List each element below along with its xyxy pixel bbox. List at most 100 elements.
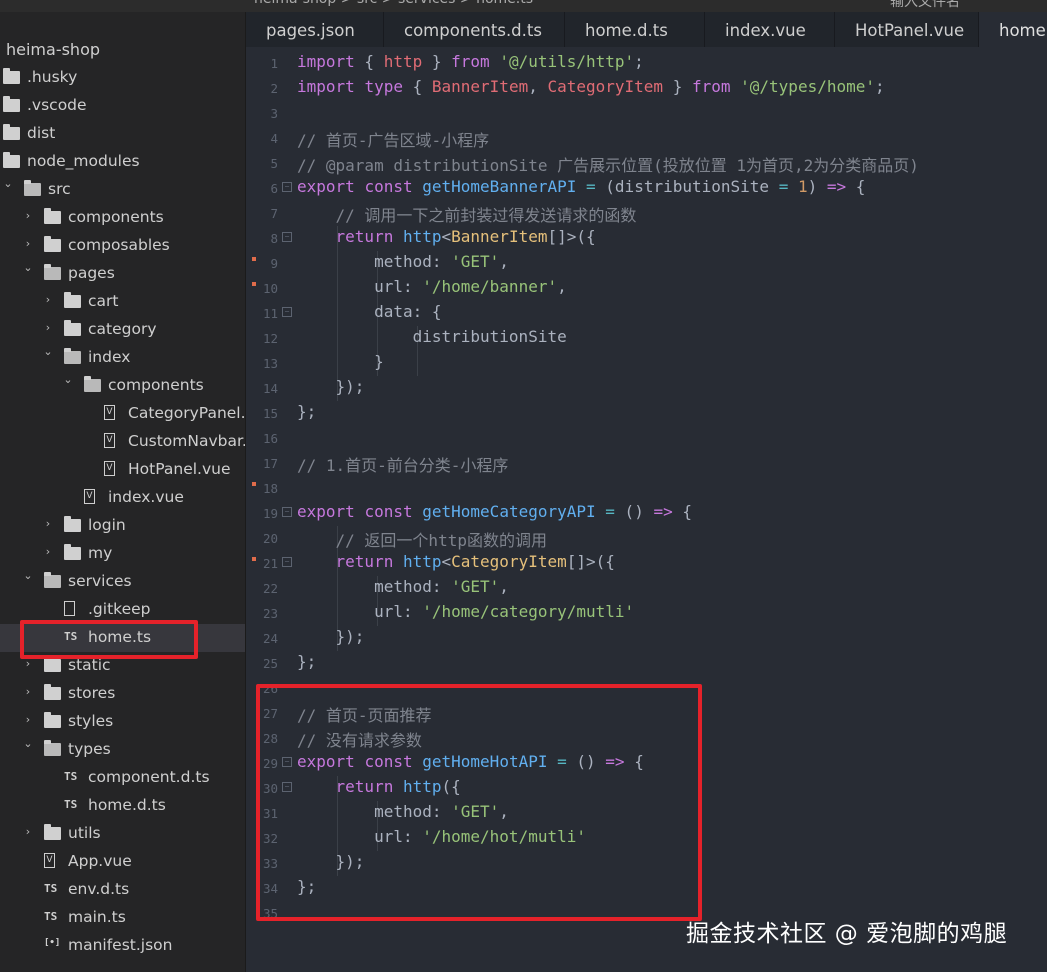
title-bar: heima-shop > src > services > home.ts 输入…	[0, 0, 1047, 12]
tree-item-stores[interactable]: › stores	[0, 680, 245, 708]
code-token: ,	[499, 577, 509, 596]
code-line[interactable]: 1 import { http } from '@/utils/http';	[246, 51, 1047, 76]
code-line[interactable]: 18	[246, 476, 1047, 501]
tree-item-cart[interactable]: › cart	[0, 288, 245, 316]
tree-item-services[interactable]: ⌄ services	[0, 568, 245, 596]
tree-item-components[interactable]: ⌄ components	[0, 372, 245, 400]
chevron-right-icon[interactable]: ›	[42, 293, 54, 306]
code-line[interactable]: 21− return http<CategoryItem[]>({	[246, 551, 1047, 576]
tree-item-src[interactable]: ⌄ src	[0, 176, 245, 204]
tree-item-my[interactable]: › my	[0, 540, 245, 568]
chevron-right-icon[interactable]: ›	[42, 321, 54, 334]
chevron-down-icon[interactable]: ⌄	[22, 569, 34, 582]
tree-item-label: login	[88, 516, 126, 534]
breadcrumb-item[interactable]: src	[357, 0, 377, 7]
tree-item-index[interactable]: ⌄ index	[0, 344, 245, 372]
tree-item-node-modules[interactable]: node_modules	[0, 148, 245, 176]
tree-item-husky[interactable]: .husky	[0, 64, 245, 92]
code-token: <	[441, 552, 452, 571]
code-line[interactable]: 15};	[246, 401, 1047, 426]
folder-icon	[44, 712, 61, 728]
tree-item-main-ts[interactable]: TS main.ts	[0, 904, 245, 932]
fold-toggle-icon[interactable]: −	[282, 232, 292, 242]
tree-item-categorypanel[interactable]: V CategoryPanel...	[0, 400, 245, 428]
breadcrumb-item[interactable]: heima-shop	[254, 0, 336, 7]
code-line[interactable]: 5 // @param distributionSite 广告展示位置(投放位置 …	[246, 151, 1047, 176]
code-token: CategoryItem	[547, 77, 664, 96]
code-text: });	[297, 627, 365, 646]
tab-components-d-ts[interactable]: components.d.ts	[384, 12, 565, 47]
file-search-input[interactable]: 输入文件名	[890, 0, 960, 11]
tree-item-types[interactable]: ⌄ types	[0, 736, 245, 764]
code-line[interactable]: 25};	[246, 651, 1047, 676]
tree-item-index-vue[interactable]: Vindex.vue	[0, 484, 245, 512]
tree-item-category[interactable]: › category	[0, 316, 245, 344]
chevron-right-icon[interactable]: ›	[22, 685, 34, 698]
tab-home-d-ts[interactable]: home.d.ts	[565, 12, 705, 47]
code-line[interactable]: 17 // 1.首页-前台分类-小程序	[246, 451, 1047, 476]
tree-item-customnavbar[interactable]: V CustomNavbar...	[0, 428, 245, 456]
chevron-down-icon[interactable]: ⌄	[62, 373, 74, 386]
chevron-right-icon[interactable]: ›	[42, 517, 54, 530]
code-line[interactable]: 12 distributionSite	[246, 326, 1047, 351]
tab-hotpanel-vue[interactable]: HotPanel.vue	[835, 12, 979, 47]
code-line[interactable]: 19− export const getHomeCategoryAPI = () …	[246, 501, 1047, 526]
chevron-down-icon[interactable]: ⌄	[22, 261, 34, 274]
chevron-right-icon[interactable]: ›	[22, 237, 34, 250]
chevron-right-icon[interactable]: ›	[22, 209, 34, 222]
chevron-right-icon[interactable]: ›	[22, 825, 34, 838]
code-line[interactable]: 16	[246, 426, 1047, 451]
chevron-down-icon[interactable]: ⌄	[22, 737, 34, 750]
fold-toggle-icon[interactable]: −	[282, 557, 292, 567]
code-line[interactable]: 4 // 首页-广告区域-小程序	[246, 126, 1047, 151]
code-line[interactable]: 23 url: '/home/category/mutli'	[246, 601, 1047, 626]
tree-item-vscode[interactable]: .vscode	[0, 92, 245, 120]
tree-item-login[interactable]: › login	[0, 512, 245, 540]
breadcrumb-item[interactable]: services	[398, 0, 455, 7]
tree-item-dist[interactable]: dist	[0, 120, 245, 148]
code-text: };	[297, 402, 316, 421]
project-name[interactable]: heima-shop	[6, 40, 100, 59]
breadcrumb-item[interactable]: home.ts	[476, 0, 533, 7]
tab-index-vue[interactable]: index.vue	[705, 12, 835, 47]
code-line[interactable]: 14 });	[246, 376, 1047, 401]
line-number: 25	[262, 656, 278, 671]
tree-item-hotpanel-vue[interactable]: V HotPanel.vue	[0, 456, 245, 484]
tree-item-composables[interactable]: › composables	[0, 232, 245, 260]
tab-pages-json[interactable]: pages.json	[246, 12, 384, 47]
code-line[interactable]: 7 // 调用一下之前封装过得发送请求的函数	[246, 201, 1047, 226]
tree-item-manifest-json[interactable]: [•] manifest.json	[0, 932, 245, 960]
code-line[interactable]: 20 // 返回一个http函数的调用	[246, 526, 1047, 551]
tree-item-label: HotPanel.vue	[128, 460, 231, 478]
tree-item-label: dist	[27, 124, 56, 142]
tree-item-pages[interactable]: ⌄ pages	[0, 260, 245, 288]
code-line[interactable]: 2 import type { BannerItem, CategoryItem …	[246, 76, 1047, 101]
code-line[interactable]: 3	[246, 101, 1047, 126]
chevron-down-icon[interactable]: ⌄	[42, 345, 54, 358]
code-line[interactable]: 22 method: 'GET',	[246, 576, 1047, 601]
watermark: 掘金技术社区 @ 爱泡脚的鸡腿	[686, 921, 1008, 947]
code-line[interactable]: 24 });	[246, 626, 1047, 651]
code-line[interactable]: 11− data: {	[246, 301, 1047, 326]
chevron-right-icon[interactable]: ›	[22, 713, 34, 726]
tree-item-utils[interactable]: › utils	[0, 820, 245, 848]
code-line[interactable]: 13 }	[246, 351, 1047, 376]
code-line[interactable]: 6− export const getHomeBannerAPI = (distr…	[246, 176, 1047, 201]
chevron-down-icon[interactable]: ⌄	[2, 177, 14, 190]
typescript-file-icon: TS	[44, 910, 58, 923]
code-line[interactable]: 8− return http<BannerItem[]>({	[246, 226, 1047, 251]
code-line[interactable]: 9 method: 'GET',	[246, 251, 1047, 276]
tree-item-component-d-ts[interactable]: TS component.d.ts	[0, 764, 245, 792]
code-line[interactable]: 10 url: '/home/banner',	[246, 276, 1047, 301]
tree-item-home-d-ts[interactable]: TS home.d.ts	[0, 792, 245, 820]
chevron-right-icon[interactable]: ›	[42, 545, 54, 558]
tab-home-ts[interactable]: home.ts	[979, 12, 1047, 47]
tree-item-components[interactable]: › components	[0, 204, 245, 232]
fold-toggle-icon[interactable]: −	[282, 182, 292, 192]
fold-toggle-icon[interactable]: −	[282, 507, 292, 517]
fold-toggle-icon[interactable]: −	[282, 307, 292, 317]
code-text: import { http } from '@/utils/http';	[297, 52, 644, 71]
tree-item-styles[interactable]: › styles	[0, 708, 245, 736]
tree-item-app-vue[interactable]: V App.vue	[0, 848, 245, 876]
tree-item-env-d-ts[interactable]: TS env.d.ts	[0, 876, 245, 904]
